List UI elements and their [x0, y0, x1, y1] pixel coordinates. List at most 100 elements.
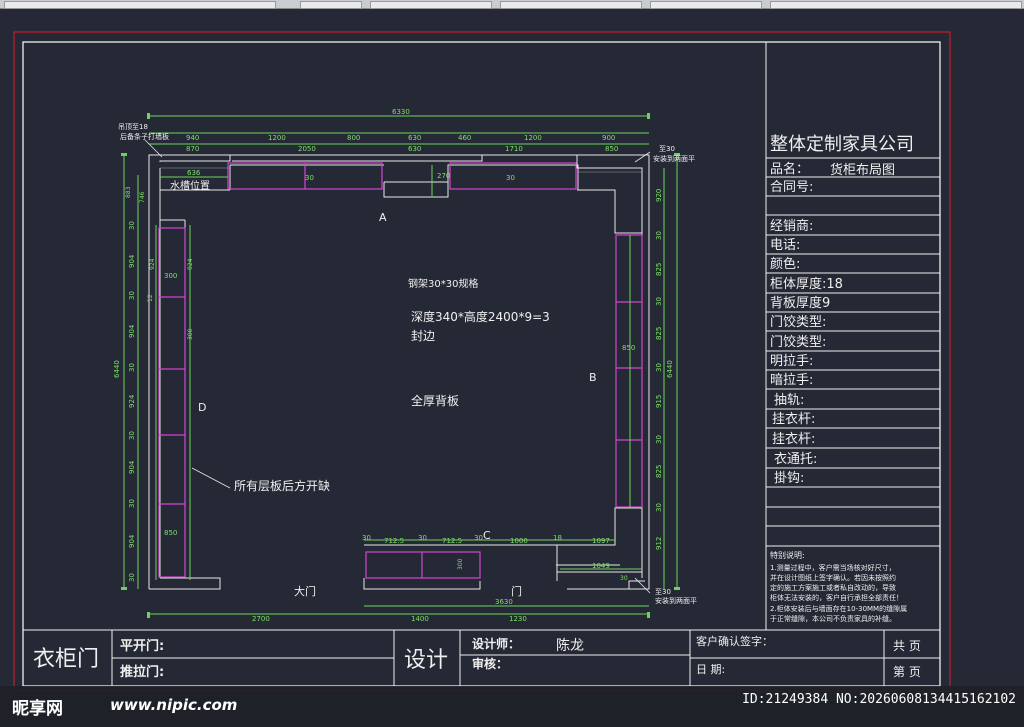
dim-bottom-inner-2: 30	[418, 534, 427, 542]
dim-bottom-row-1: 1400	[411, 615, 429, 623]
tb-field-9: 明拉手:	[770, 354, 813, 369]
dim-top-r2-3: 1710	[505, 145, 523, 153]
tb-field-10: 暗拉手:	[770, 373, 813, 388]
dim-bottom-small-2: 30	[620, 575, 628, 582]
dim-top-r2-4: 850	[605, 145, 618, 153]
dim-bottom-inner-5: 1000	[510, 537, 528, 545]
dim-left-tick-5: 924	[128, 394, 136, 408]
tb-field-14: 衣通托:	[774, 451, 817, 467]
note-line-0: 1.测量过程中，客户需当场核对好尺寸，	[770, 563, 896, 572]
dim-left-tick-9: 904	[128, 534, 136, 548]
tb-field-7: 门饺类型:	[770, 315, 826, 330]
note-line-3: 柜体无法安装的，客户自行承担全部责任！	[770, 593, 903, 602]
company-name: 整体定制家具公司	[770, 134, 914, 155]
dim-left-tick-1: 904	[128, 254, 136, 268]
tb-field-12: 挂衣杆:	[772, 411, 815, 427]
label-b: B	[589, 371, 597, 384]
dim-right-outer: 6440	[666, 360, 674, 378]
tb-field-6: 背板厚度9	[770, 295, 830, 311]
watermark-id: ID:21249384 NO:20260608134415162102	[742, 692, 1016, 707]
dim-right-tick-3: 30	[655, 297, 663, 306]
backboard-note: 全厚背板	[411, 393, 459, 408]
to30-bottom: 至30	[655, 588, 671, 596]
door-label: 门	[511, 584, 522, 598]
date-label: 日 期:	[696, 663, 725, 676]
main-door-label: 大门	[294, 584, 316, 598]
designer-label: 设计师：	[472, 636, 520, 651]
dim-left-small-2: 883	[125, 186, 132, 198]
dim-bottom-inner-1: 712.5	[384, 537, 404, 545]
note-line-5: 于正常缝隙，本公司不负责家具的补缝。	[770, 614, 896, 623]
drawing-canvas[interactable]: 整体定制家具公司 品名： 货柜布局图 合同号: 经销商: 电话: 颜色: 柜体厚…	[0, 0, 1024, 727]
dim-top-r1-4: 460	[458, 134, 471, 142]
dim-top-r1-2: 800	[347, 134, 360, 142]
dim-left-tick-4: 30	[128, 363, 136, 372]
dim-left-tick-6: 30	[128, 431, 136, 440]
dim-top-r1-1: 1200	[268, 134, 286, 142]
watermark-logo: 昵享网	[12, 699, 63, 719]
sliding-door-label: 推拉门:	[120, 664, 164, 680]
install-top-note: 安装到两面平	[653, 154, 695, 163]
dim-bottom-inner-7: 1097	[592, 537, 610, 545]
dim-left-inner-0: 924	[149, 258, 156, 270]
label-c: C	[483, 529, 491, 542]
note-line-2: 定的施工方案施工或者私自改动的，导致	[770, 583, 896, 592]
dim-left-inner-1: 300	[164, 272, 177, 280]
note-line-1: 并在设计图纸上签字确认。若因未按照约	[770, 573, 896, 582]
hinge-door-label: 平开门:	[120, 638, 164, 654]
dim-left-inner-3: 300	[187, 328, 194, 340]
dim-top-r2-1: 2050	[298, 145, 316, 153]
label-a: A	[379, 211, 387, 224]
product-value: 货柜布局图	[830, 162, 895, 178]
steel-frame-note: 钢架30*30规格	[408, 277, 478, 290]
hang-top-note: 吊顶至18	[118, 123, 148, 131]
label-d: D	[198, 401, 206, 414]
dim-bottom-small-0: 1049	[592, 562, 610, 570]
dim-bottom-inner-3: 712.5	[442, 537, 462, 545]
dim-right-tick-2: 825	[655, 263, 663, 276]
dim-bottom-inner-0: 30	[362, 534, 371, 542]
review-label: 审核：	[472, 656, 508, 671]
dim-bottom-inner-6: 18	[553, 534, 562, 542]
dim-top-r1-0: 940	[186, 134, 199, 142]
dim-left-small-0: 12	[147, 294, 154, 302]
designer-name: 陈龙	[556, 637, 584, 654]
dim-right-tick-8: 825	[655, 465, 663, 478]
dim-left-inner-2: 924	[187, 258, 194, 270]
dim-right-tick-9: 30	[655, 503, 663, 512]
top-note: 后备条子打墙板	[120, 132, 169, 141]
edge-note: 封边	[411, 329, 435, 343]
tb-field-2: 经销商:	[770, 219, 813, 234]
dim-top-small-0: 636	[187, 169, 201, 177]
to30-top: 至30	[659, 145, 675, 153]
dim-top-small-3: 30	[506, 174, 515, 182]
note-line-4: 2.柜体安装后与墙面存在10-30MM的缝隙属	[770, 604, 907, 613]
tb-field-5: 柜体厚度:18	[770, 276, 843, 292]
tb-field-15: 掛钩:	[774, 471, 804, 486]
dim-left-tick-0: 30	[128, 221, 136, 230]
tb-field-8: 门饺类型:	[770, 335, 826, 350]
dim-right-tick-5: 30	[655, 363, 663, 372]
dim-right-inner: 850	[622, 344, 635, 352]
dim-top-r1-5: 1200	[524, 134, 542, 142]
dim-top-small-2: 30	[305, 174, 314, 182]
dim-bottom-inner-4: 30	[474, 534, 483, 542]
dim-top-small-1: 270	[437, 172, 450, 180]
dim-bottom-row-0: 2700	[252, 615, 270, 623]
dim-right-tick-6: 915	[655, 395, 663, 408]
cad-viewport[interactable]: 整体定制家具公司 品名： 货柜布局图 合同号: 经销商: 电话: 颜色: 柜体厚…	[0, 0, 1024, 727]
dim-right-tick-4: 825	[655, 327, 663, 340]
dim-top-r2-2: 630	[408, 145, 421, 153]
dim-top-total: 6330	[392, 108, 410, 116]
dim-left-tick-7: 904	[128, 460, 136, 474]
dim-right-tick-10: 912	[655, 537, 663, 550]
dim-left-tick-10: 30	[128, 573, 136, 582]
spec-note: 深度340*高度2400*9=3	[411, 309, 550, 324]
tb-field-0: 合同号:	[770, 180, 813, 195]
dim-left-tick-8: 30	[128, 499, 136, 508]
dim-left-tick-3: 904	[128, 324, 136, 338]
customer-sign-label: 客户确认签字：	[696, 634, 773, 648]
dim-left-tick-2: 30	[128, 291, 136, 300]
dim-right-tick-1: 30	[655, 231, 663, 240]
dim-bottom-small-1: 300	[457, 558, 464, 570]
